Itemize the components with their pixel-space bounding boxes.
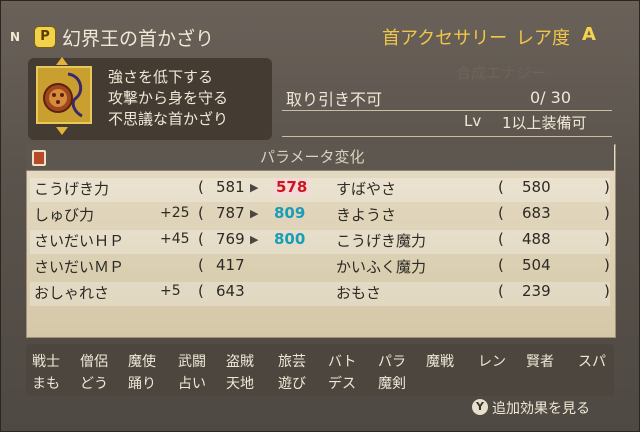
param-name: しゅび力: [34, 206, 95, 224]
param-paren: ): [604, 282, 610, 300]
no-trade-label: 取り引き不可: [286, 90, 383, 109]
arrow-right-icon: ▶: [250, 181, 259, 194]
job-label: 盗賊: [226, 354, 254, 370]
job-label: まも: [32, 376, 60, 392]
param-new-value: 800: [274, 230, 306, 248]
param-name: おもさ: [336, 284, 382, 302]
param-paren: ): [604, 178, 610, 196]
job-label: スパ: [578, 354, 606, 370]
param-paren: ): [604, 256, 610, 274]
job-label: 旅芸: [278, 354, 306, 370]
param-new-value: 809: [274, 204, 306, 222]
job-label: どう: [80, 376, 108, 392]
param-value: 239: [522, 282, 551, 300]
param-value: 417: [216, 256, 245, 274]
param-name: さいだいＭＰ: [34, 258, 125, 276]
job-label: 占い: [178, 376, 206, 392]
param-name: こうげき力: [34, 180, 110, 198]
job-label: 賢者: [526, 354, 554, 370]
arrow-up-icon[interactable]: [56, 57, 68, 65]
param-paren: (: [198, 282, 204, 300]
item-type: 首アクセサリー: [382, 28, 508, 49]
job-label: 天地: [226, 376, 254, 392]
param-value: 581: [216, 178, 245, 196]
param-name: おしゃれさ: [34, 284, 110, 302]
param-name: かいふく魔力: [336, 258, 427, 276]
level-label: Lv: [464, 112, 482, 130]
param-value: 769: [216, 230, 245, 248]
param-paren: ): [604, 230, 610, 248]
job-label: デス: [328, 376, 356, 392]
job-label: バト: [328, 354, 357, 370]
arrow-right-icon: ▶: [250, 233, 259, 246]
parameter-title: パラメータ変化: [260, 148, 365, 166]
param-bonus: +45: [160, 231, 190, 247]
param-new-value: 578: [274, 178, 310, 196]
param-paren: (: [498, 230, 504, 248]
divider: [282, 110, 612, 111]
job-label: 武闘: [178, 354, 206, 370]
param-value: 488: [522, 230, 551, 248]
arrow-right-icon: ▶: [250, 207, 259, 220]
param-paren: (: [198, 256, 204, 274]
necklace-icon: [36, 66, 92, 124]
job-label: 魔剣: [378, 376, 406, 392]
param-value: 787: [216, 204, 245, 222]
y-button-icon[interactable]: Y: [472, 399, 488, 415]
rarity-value: A: [582, 24, 596, 45]
show-extra-effects-button[interactable]: 追加効果を見る: [492, 398, 590, 418]
param-bonus: +25: [160, 205, 190, 221]
job-label: 魔使: [128, 354, 156, 370]
param-name: きようさ: [336, 206, 397, 224]
param-paren: (: [198, 178, 204, 196]
param-name: さいだいＨＰ: [34, 232, 125, 250]
rarity-label: レア度: [516, 28, 570, 49]
description-line: 不思議な首かざり: [108, 110, 229, 128]
param-paren: (: [498, 178, 504, 196]
param-value: 504: [522, 256, 551, 274]
param-paren: (: [498, 256, 504, 274]
param-value: 643: [216, 282, 245, 300]
job-label: パラ: [378, 354, 406, 370]
param-paren: (: [198, 230, 204, 248]
job-label: 遊び: [278, 376, 306, 392]
synth-energy-value: 0/ 30: [530, 88, 572, 107]
param-name: こうげき魔力: [336, 232, 427, 250]
p-icon: P: [34, 26, 56, 48]
param-name: すばやさ: [336, 180, 397, 198]
synth-energy-label: 合成エナジー: [456, 64, 547, 82]
n-badge: N: [10, 30, 21, 44]
job-label: 戦士: [32, 354, 60, 370]
param-paren: (: [498, 282, 504, 300]
job-label: 踊り: [128, 376, 156, 392]
param-paren: (: [498, 204, 504, 222]
param-paren: (: [198, 204, 204, 222]
description-line: 強さを低下する: [108, 68, 214, 86]
item-name: 幻界王の首かざり: [62, 28, 215, 50]
param-paren: ): [604, 204, 610, 222]
param-bonus: +5: [160, 283, 181, 299]
level-requirement: 1以上装備可: [502, 114, 587, 132]
job-label: 僧侶: [80, 354, 108, 370]
book-icon: [32, 150, 46, 166]
divider: [282, 136, 612, 137]
param-value: 580: [522, 178, 551, 196]
arrow-down-icon[interactable]: [56, 127, 68, 135]
job-label: 魔戦: [426, 354, 454, 370]
job-label: レン: [478, 354, 506, 370]
param-value: 683: [522, 204, 551, 222]
description-line: 攻撃から身を守る: [108, 89, 229, 107]
